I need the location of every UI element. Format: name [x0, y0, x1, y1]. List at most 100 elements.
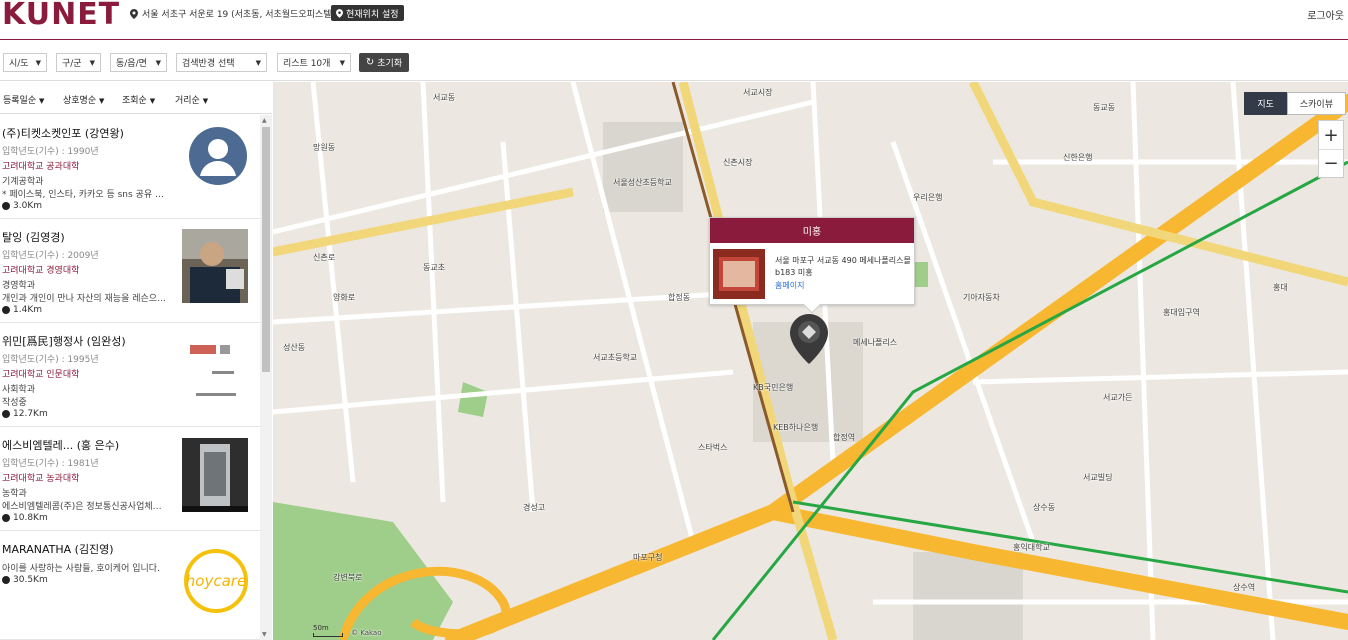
sort-registered[interactable]: 등록일순 ▼ [3, 93, 44, 106]
list-item[interactable]: MARANATHA (김진영) 아이를 사랑하는 사람들, 호이케어 입니다. … [0, 531, 260, 640]
item-distance-value: 12.7Km [13, 409, 48, 419]
item-year: 입학년도(기수) : 1990년 [2, 147, 99, 157]
sido-select-value: 시/도 [9, 59, 29, 69]
compass-icon [2, 410, 10, 418]
map-label: 서울성산초등학교 [613, 178, 672, 187]
map-label: 기아자동차 [963, 293, 1000, 302]
zoom-in-button[interactable]: + [1319, 121, 1343, 149]
caret-down-icon: ▼ [99, 97, 105, 105]
popup-address: 서울 마포구 서교동 490 메세나폴리스몰 b183 미홍 [775, 256, 911, 277]
list-item[interactable]: 탈잉 (김영경) 입학년도(기수) : 2009년 고려대학교 경영대학 경영학… [0, 219, 260, 323]
refresh-icon: ↻ [365, 57, 375, 68]
map-marker[interactable] [790, 314, 828, 364]
item-year: 입학년도(기수) : 1981년 [2, 459, 99, 469]
map-label: 합정동 [668, 293, 691, 302]
dong-select-value: 동/읍/면 [116, 59, 147, 69]
item-distance: 3.0Km [2, 201, 42, 211]
map-type-toggle: 지도 스카이뷰 [1244, 92, 1346, 115]
header: KUNET 서울 서초구 서운로 19 (서초동, 서초월드오피스텔) 현재위치… [0, 0, 1348, 40]
list-size-select[interactable]: 리스트 10개 ▼ [277, 53, 351, 72]
sort-company-label: 상호명순 [63, 96, 97, 106]
location-pin-icon [130, 8, 138, 19]
item-name: MARANATHA (김진영) [2, 543, 114, 556]
item-distance-value: 3.0Km [13, 201, 42, 211]
dong-select[interactable]: 동/읍/면 ▼ [110, 53, 167, 72]
compass-icon [2, 202, 10, 210]
item-logo [182, 335, 248, 409]
map-label: 강변북로 [333, 573, 363, 582]
item-logo: hoycare [184, 543, 248, 619]
scale-bar [313, 633, 343, 637]
radius-select[interactable]: 검색반경 선택 ▼ [176, 53, 267, 72]
filter-bar: 시/도 ▼ 구/군 ▼ 동/읍/면 ▼ 검색반경 선택 ▼ 리스트 10개 ▼ ↻ 초기화 [0, 41, 1348, 81]
scale-label: 50m [313, 624, 329, 632]
list-item[interactable]: (주)티켓소켓인포 (강연왕) 입학년도(기수) : 1990년 고려대학교 공… [0, 115, 260, 219]
reset-label: 초기화 [377, 59, 403, 69]
map-label: 홍대입구역 [1163, 308, 1200, 317]
map-label: 신촌로 [313, 253, 336, 262]
list-item[interactable]: 에스비엠텔레... (홍 은수) 입학년도(기수) : 1981년 고려대학교 … [0, 427, 260, 531]
set-location-button[interactable]: 현재위치 설정 [331, 5, 404, 21]
item-name: 위민[爲民]행정사 (임완성) [2, 335, 126, 348]
item-distance: 12.7Km [2, 409, 48, 419]
zoom-control: + − [1318, 120, 1344, 178]
scroll-down-icon[interactable]: ▼ [262, 631, 267, 638]
item-year: 입학년도(기수) : 2009년 [2, 251, 99, 261]
item-dept: 사회학과 [2, 385, 36, 395]
map-scale: 50m [313, 624, 343, 637]
chevron-down-icon: ▼ [89, 58, 95, 67]
list-scrollbar[interactable]: ▲ ▼ [260, 115, 272, 640]
sort-distance-label: 거리순 [175, 96, 200, 106]
sido-select[interactable]: 시/도 ▼ [3, 53, 47, 72]
chevron-down-icon: ▼ [155, 58, 161, 67]
chevron-down-icon: ▼ [35, 58, 41, 67]
scroll-up-icon[interactable]: ▲ [262, 117, 267, 124]
item-school: 고려대학교 경영대학 [2, 266, 80, 276]
radius-select-value: 검색반경 선택 [182, 59, 235, 69]
item-photo [182, 229, 248, 303]
compass-icon [2, 576, 10, 584]
sort-company[interactable]: 상호명순 ▼ [63, 93, 104, 106]
sort-views[interactable]: 조회순 ▼ [122, 93, 155, 106]
item-distance: 1.4Km [2, 305, 42, 315]
popup-homepage-link[interactable]: 홈페이지 [775, 280, 804, 291]
hoycare-logo-text: hoycare [186, 572, 246, 590]
map-view[interactable]: 서교동 동교동 신촌로 양화로 합정역 홍대입구역 서교초등학교 신한은행 우리… [273, 82, 1348, 640]
sort-bar: 등록일순 ▼ 상호명순 ▼ 조회순 ▼ 거리순 ▼ [0, 82, 272, 114]
item-distance: 30.5Km [2, 575, 48, 585]
list-size-select-value: 리스트 10개 [283, 59, 331, 69]
item-distance-value: 30.5Km [13, 575, 48, 585]
map-label: 합정역 [833, 433, 856, 442]
logo[interactable]: KUNET [2, 0, 120, 32]
map-label: 신촌시장 [723, 158, 753, 167]
map-label: 성산동 [283, 343, 306, 352]
sort-views-label: 조회순 [122, 96, 147, 106]
location-pin-icon [336, 8, 343, 18]
zoom-out-button[interactable]: − [1319, 149, 1343, 177]
map-type-map[interactable]: 지도 [1244, 92, 1287, 115]
item-distance: 10.8Km [2, 513, 48, 523]
gugun-select[interactable]: 구/군 ▼ [56, 53, 101, 72]
sort-distance[interactable]: 거리순 ▼ [175, 93, 208, 106]
chevron-down-icon: ▼ [339, 58, 345, 67]
reset-button[interactable]: ↻ 초기화 [359, 53, 409, 72]
item-desc: 개인과 개인이 만나 자산의 재능을 레슨으… [2, 294, 167, 304]
compass-icon [2, 514, 10, 522]
caret-down-icon: ▼ [202, 97, 209, 105]
item-photo [182, 438, 248, 512]
item-name: 에스비엠텔레... (홍 은수) [2, 439, 120, 452]
set-location-label: 현재위치 설정 [346, 9, 399, 20]
compass-icon [2, 306, 10, 314]
map-copyright: © Kakao [351, 629, 382, 637]
item-dept: 기계공학과 [2, 177, 44, 187]
business-list: (주)티켓소켓인포 (강연왕) 입학년도(기수) : 1990년 고려대학교 공… [0, 115, 260, 640]
map-label: 서교초등학교 [593, 353, 638, 362]
scrollbar-thumb[interactable] [262, 127, 270, 372]
sort-registered-label: 등록일순 [3, 96, 37, 106]
list-item[interactable]: 위민[爲民]행정사 (임완성) 입학년도(기수) : 1995년 고려대학교 인… [0, 323, 260, 427]
chevron-down-icon: ▼ [255, 58, 261, 67]
popup-title: 미홍 [710, 218, 914, 243]
map-label: 스타벅스 [698, 443, 728, 452]
logout-link[interactable]: 로그아웃 [1307, 7, 1344, 22]
map-type-skyview[interactable]: 스카이뷰 [1286, 92, 1346, 115]
